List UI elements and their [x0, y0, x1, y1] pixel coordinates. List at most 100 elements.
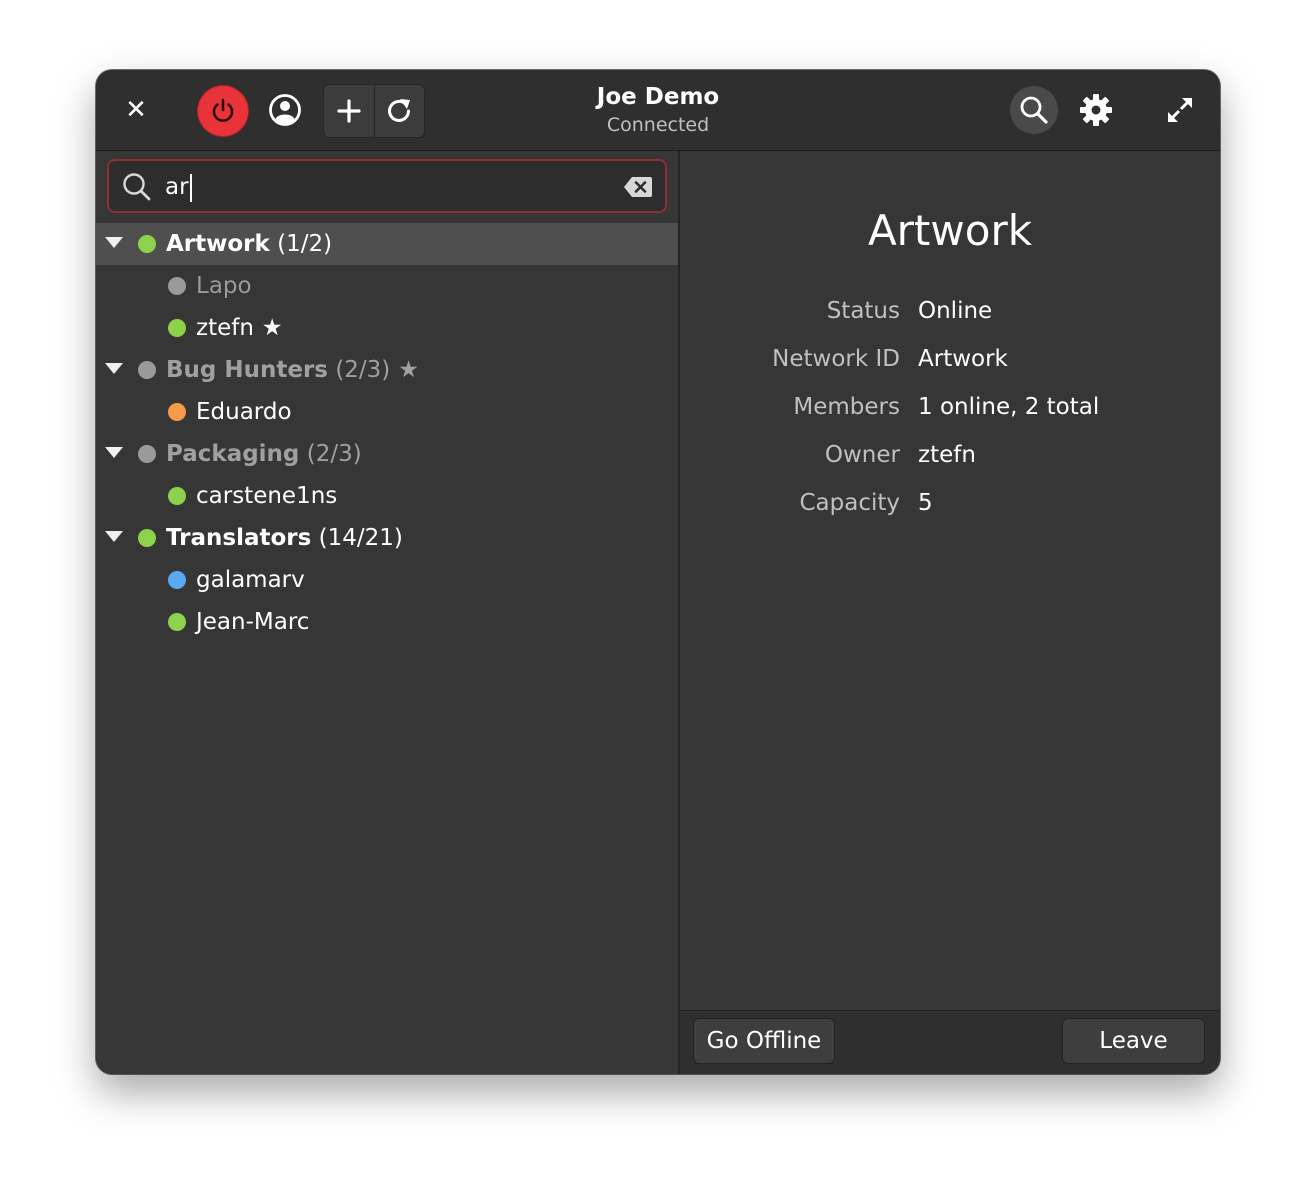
property-value: Artwork [918, 346, 1008, 372]
status-dot-icon [168, 277, 186, 295]
settings-button[interactable] [1072, 86, 1120, 134]
search-toggle-button[interactable] [1010, 86, 1058, 134]
power-button[interactable] [197, 85, 249, 137]
member-row[interactable]: ztefn ★ [96, 307, 678, 349]
member-row[interactable]: Eduardo [96, 391, 678, 433]
refresh-button[interactable] [373, 85, 425, 137]
property-value: 1 online, 2 total [918, 394, 1100, 420]
status-dot-icon [168, 613, 186, 631]
network-title: Artwork [867, 206, 1033, 255]
property-key: Status [826, 298, 900, 324]
property-key: Network ID [772, 346, 900, 372]
property-key: Owner [824, 442, 900, 468]
member-label: carstene1ns [196, 475, 337, 517]
member-label: Jean-Marc [196, 601, 309, 643]
close-icon: ✕ [125, 95, 147, 125]
network-group-row[interactable]: Artwork (1/2) [96, 223, 678, 265]
group-name: Translators [166, 525, 312, 551]
expander-arrow-icon[interactable] [105, 447, 123, 458]
member-row[interactable]: carstene1ns [96, 475, 678, 517]
property-key: Members [793, 394, 900, 420]
title-area: Joe Demo Connected [496, 82, 820, 138]
property-row: Owner ztefn [680, 435, 1220, 475]
property-value: 5 [918, 490, 933, 516]
group-member-count: (2/3) [306, 441, 362, 467]
text-caret [189, 173, 192, 202]
power-icon [212, 98, 234, 122]
property-row: Members 1 online, 2 total [680, 387, 1220, 427]
expander-arrow-icon[interactable] [105, 531, 123, 542]
member-label: Lapo [196, 265, 252, 307]
status-dot-icon [168, 571, 186, 589]
plus-icon [337, 99, 361, 123]
leave-button[interactable]: Leave [1062, 1018, 1205, 1064]
property-row: Network ID Artwork [680, 339, 1220, 379]
expander-arrow-icon[interactable] [105, 363, 123, 374]
group-member-count: (2/3) [335, 357, 391, 383]
star-icon: ★ [261, 315, 283, 341]
network-group-row[interactable]: Packaging (2/3) [96, 433, 678, 475]
expander-arrow-icon[interactable] [105, 237, 123, 248]
member-label: ztefn ★ [196, 307, 283, 349]
member-name: Jean-Marc [196, 609, 310, 635]
fullscreen-button[interactable] [1158, 88, 1202, 132]
member-label: galamarv [196, 559, 305, 601]
clear-search-icon[interactable] [623, 175, 653, 199]
group-label: Translators (14/21) [166, 517, 403, 559]
group-name: Bug Hunters [166, 357, 328, 383]
group-label: Artwork (1/2) [166, 223, 332, 265]
property-value: ztefn [918, 442, 976, 468]
network-group-row[interactable]: Translators (14/21) [96, 517, 678, 559]
member-name: carstene1ns [196, 483, 338, 509]
group-member-count: (1/2) [277, 231, 333, 257]
search-input[interactable]: ar [165, 170, 192, 204]
close-button[interactable]: ✕ [118, 88, 154, 132]
member-row[interactable]: Lapo [96, 265, 678, 307]
member-row[interactable]: Jean-Marc [96, 601, 678, 643]
add-button[interactable] [324, 85, 374, 137]
header-bar: ✕ Joe Demo Connected [96, 70, 1220, 151]
user-button[interactable] [262, 88, 308, 132]
action-button-group [323, 84, 425, 138]
member-row[interactable]: galamarv [96, 559, 678, 601]
group-member-count: (14/21) [318, 525, 403, 551]
member-name: Eduardo [196, 399, 292, 425]
expand-icon [1168, 98, 1192, 122]
property-value: Online [918, 298, 993, 324]
member-label: Eduardo [196, 391, 292, 433]
network-list-pane: ar Artwork (1/2) Lapo ztefn ★ Bug Hunters (2… [96, 151, 678, 1074]
group-name: Artwork [166, 231, 270, 257]
details-footer: Go Offline Leave [680, 1010, 1220, 1074]
search-input-value: ar [165, 174, 189, 200]
network-details-pane: Artwork Status Online Network ID Artwork Mem… [680, 151, 1220, 1074]
window-title: Joe Demo [596, 84, 720, 110]
group-label: Packaging (2/3) [166, 433, 362, 475]
search-field[interactable]: ar [107, 159, 667, 213]
network-tree: Artwork (1/2) Lapo ztefn ★ Bug Hunters (2/3)… [96, 223, 678, 643]
star-icon: ★ [398, 357, 419, 383]
property-key: Capacity [799, 490, 900, 516]
property-row: Capacity 5 [680, 483, 1220, 523]
status-dot-icon [138, 445, 156, 463]
member-name: ztefn [196, 315, 254, 341]
status-dot-icon [138, 235, 156, 253]
refresh-icon [388, 99, 411, 122]
network-group-row[interactable]: Bug Hunters (2/3) ★ [96, 349, 678, 391]
status-dot-icon [138, 529, 156, 547]
group-label: Bug Hunters (2/3) ★ [166, 349, 419, 391]
search-icon [1020, 96, 1048, 124]
member-name: galamarv [196, 567, 305, 593]
app-window: ✕ Joe Demo Connected ar Artwork (1/2) La… [96, 70, 1220, 1074]
search-icon [123, 173, 151, 201]
status-dot-icon [168, 403, 186, 421]
status-dot-icon [168, 319, 186, 337]
user-icon [269, 94, 301, 126]
connection-status: Connected [606, 114, 710, 136]
go-offline-button[interactable]: Go Offline [693, 1018, 835, 1064]
group-name: Packaging [166, 441, 300, 467]
status-dot-icon [168, 487, 186, 505]
status-dot-icon [138, 361, 156, 379]
member-name: Lapo [196, 273, 252, 299]
property-row: Status Online [680, 291, 1220, 331]
gear-icon [1080, 94, 1112, 126]
